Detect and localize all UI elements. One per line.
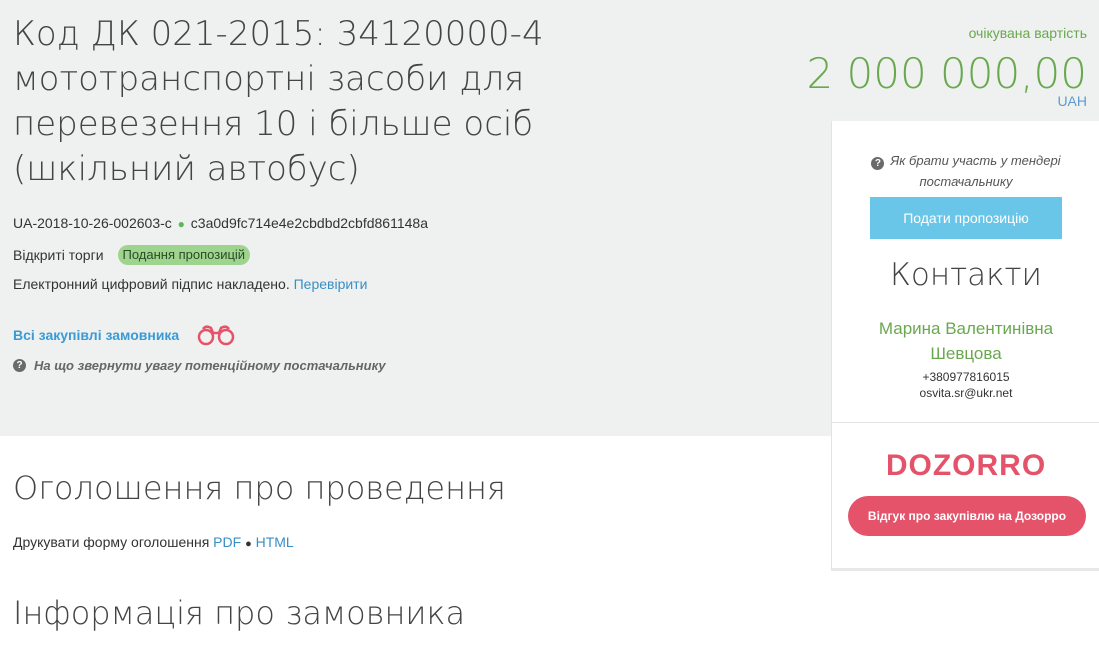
- print-html-link[interactable]: HTML: [256, 534, 294, 550]
- tender-id: UA-2018-10-26-002603-c: [13, 215, 172, 231]
- signature-text: Електронний цифровий підпис накладено.: [13, 276, 290, 292]
- binoculars-icon[interactable]: [195, 323, 237, 347]
- all-purchases-row: Всі закупівлі замовника: [13, 323, 237, 347]
- dozorro-logo[interactable]: DOZORRO: [888, 446, 1044, 480]
- contact-name: Марина Валентинівна Шевцова: [878, 319, 1054, 363]
- procedure-line: Відкриті торги Подання пропозицій: [13, 245, 251, 265]
- tender-title: Код ДК 021-2015: 34120000-4 мототранспор…: [13, 14, 544, 189]
- signature-line: Електронний цифровий підпис накладено. П…: [13, 276, 367, 292]
- status-dot-icon: ●: [177, 217, 185, 231]
- price-currency: UAH: [1057, 93, 1087, 109]
- sidebar-panel: ? Як брати участь у тендері постачальнику…: [831, 121, 1099, 571]
- print-form-line: Друкувати форму оголошення PDF ● HTML: [13, 534, 294, 550]
- dozorro-feedback-button[interactable]: Відгук про закупівлю на Дозорро: [848, 496, 1086, 536]
- tender-hash: c3a0d9fc714e4e2cbdbd2cbfd861148a: [190, 215, 428, 231]
- how-to-participate[interactable]: ? Як брати участь у тендері постачальнику: [832, 150, 1099, 192]
- all-purchases-link[interactable]: Всі закупівлі замовника: [13, 327, 179, 343]
- attention-text: На що звернути увагу потенційному постач…: [34, 358, 386, 373]
- print-label: Друкувати форму оголошення: [13, 534, 210, 550]
- tender-id-line: UA-2018-10-26-002603-c ● c3a0d9fc714e4e2…: [13, 215, 428, 231]
- attention-hint[interactable]: ? На що звернути увагу потенційному пост…: [13, 358, 386, 373]
- signature-check-link[interactable]: Перевірити: [294, 276, 368, 292]
- contact-email: osvita.sr@ukr.net: [919, 386, 1013, 400]
- procedure-type: Відкриті торги: [13, 247, 104, 263]
- customer-info-title: Інформація про замовника: [13, 594, 466, 632]
- print-separator: ●: [245, 538, 252, 550]
- print-pdf-link[interactable]: PDF: [213, 534, 241, 550]
- submit-proposal-button[interactable]: Подати пропозицію: [870, 197, 1062, 239]
- question-circle-icon: ?: [13, 359, 26, 372]
- price-label: очікувана вартість: [968, 25, 1087, 41]
- how-to-text: Як брати участь у тендері постачальнику: [890, 153, 1061, 189]
- status-badge: Подання пропозицій: [117, 245, 251, 265]
- sidebar-divider: [832, 422, 1099, 423]
- contact-phone: +380977816015: [922, 370, 1010, 384]
- price-value: 2 000 000,00: [806, 49, 1087, 98]
- contacts-title: Контакти: [890, 257, 1042, 293]
- announcement-title: Оголошення про проведення: [13, 469, 506, 507]
- question-circle-icon: ?: [871, 157, 885, 170]
- dozorro-logo-text: DOZORRO: [888, 449, 1044, 480]
